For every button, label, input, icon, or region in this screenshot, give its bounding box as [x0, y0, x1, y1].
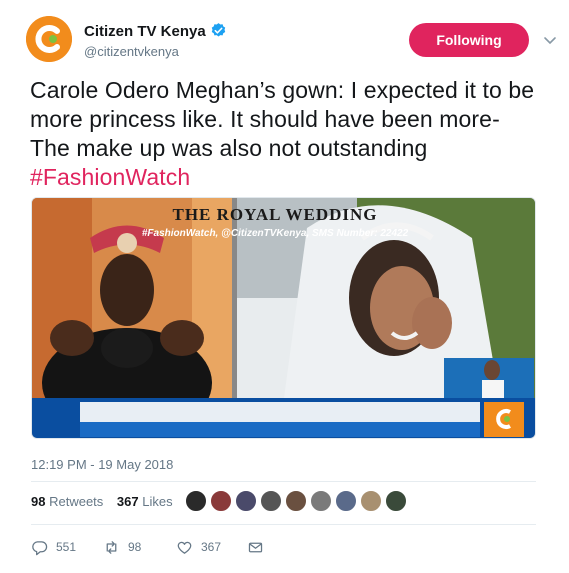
liker-avatar[interactable] [260, 490, 282, 512]
liker-avatar[interactable] [210, 490, 232, 512]
reply-count: 551 [56, 540, 77, 554]
following-button[interactable]: Following [409, 23, 529, 57]
liker-avatar[interactable] [335, 490, 357, 512]
liker-avatar[interactable] [310, 490, 332, 512]
liker-avatar[interactable] [285, 490, 307, 512]
engagement-stats: 98 Retweets 367 Likes [31, 492, 183, 516]
liker-avatar[interactable] [235, 490, 257, 512]
liker-avatar[interactable] [385, 490, 407, 512]
tweet-header: Citizen TV Kenya @citizentvkenya Followi… [26, 16, 556, 64]
heart-icon [177, 541, 192, 554]
direct-message-action[interactable] [247, 537, 272, 557]
verified-badge-icon [211, 23, 225, 37]
chevron-down-icon[interactable] [542, 32, 558, 48]
retweets-stat[interactable]: 98 Retweets [31, 492, 103, 512]
retweet-action[interactable]: 98 [103, 537, 141, 557]
reply-icon [32, 540, 48, 555]
likes-label: Likes [142, 494, 173, 509]
likes-count: 367 [116, 494, 139, 509]
display-name[interactable]: Citizen TV Kenya [84, 23, 206, 40]
citizen-tv-logo-icon [26, 16, 72, 62]
account-handle[interactable]: @citizentvkenya [84, 43, 227, 61]
tweet-timestamp[interactable]: 12:19 PM - 19 May 2018 [31, 457, 173, 472]
tweet-body: Carole Odero Meghan’s gown: I expected i… [30, 77, 535, 161]
retweets-label: Retweets [49, 494, 104, 509]
tweet-actions: 551 98 367 [31, 537, 331, 557]
retweet-count: 98 [128, 540, 142, 554]
likes-stat[interactable]: 367 Likes [117, 492, 173, 512]
account-avatar[interactable] [26, 16, 72, 62]
divider [31, 524, 536, 525]
liker-avatar[interactable] [185, 490, 207, 512]
retweet-icon [106, 540, 117, 554]
tweet-text: Carole Odero Meghan’s gown: I expected i… [30, 76, 540, 192]
reply-action[interactable]: 551 [31, 537, 76, 557]
envelope-icon [248, 542, 263, 552]
divider [31, 481, 536, 482]
account-name-row[interactable]: Citizen TV Kenya [84, 22, 227, 41]
banner-title: THE ROYAL WEDDING [172, 205, 378, 224]
hashtag-link[interactable]: #FashionWatch [30, 164, 190, 190]
liker-avatar[interactable] [360, 490, 382, 512]
like-action[interactable]: 367 [176, 537, 221, 557]
banner-subtitle: #FashionWatch, @CitizenTVKenya, SMS Numb… [141, 228, 409, 239]
like-count: 367 [201, 540, 222, 554]
retweets-count: 98 [31, 494, 46, 509]
